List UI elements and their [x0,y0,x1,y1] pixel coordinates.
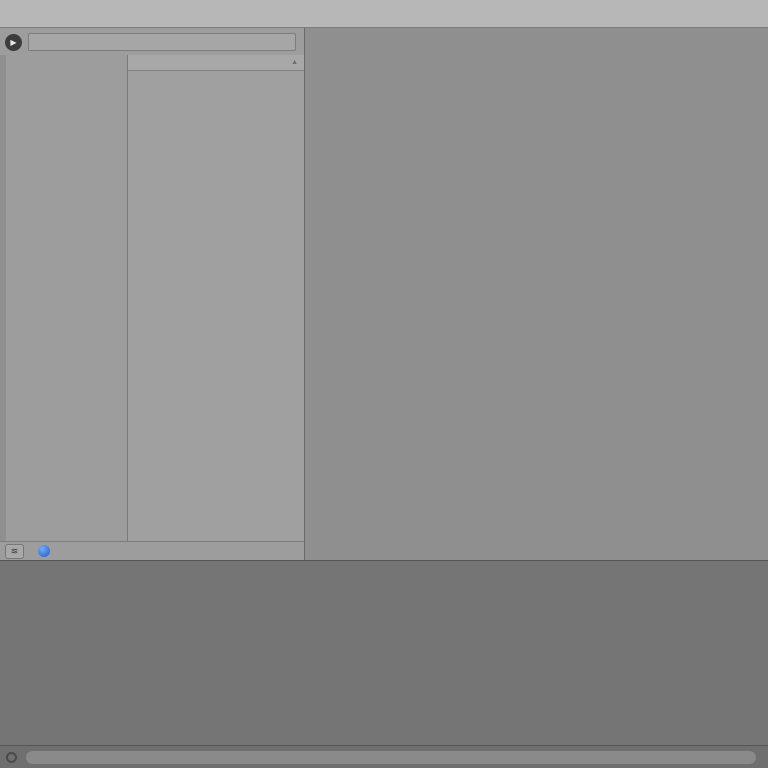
browser-search-row: ▶ [0,31,304,53]
transport-toolbar [0,0,768,28]
search-input[interactable] [28,33,296,51]
device-chain-area [0,560,768,745]
status-circle-icon [6,752,17,763]
ableton-live-window: ▶ ▲ ≋ [0,0,768,768]
browser-columns: ▲ [0,55,304,541]
status-bar [0,745,768,768]
browser-footer: ≋ [0,541,304,560]
browser-content-list: ▲ [128,55,304,541]
info-line [26,751,756,764]
help-icon[interactable] [38,545,50,557]
browser-toggle-icon[interactable]: ▶ [5,34,22,51]
browser-panel: ▶ ▲ ≋ [0,28,305,560]
list-header[interactable]: ▲ [128,55,304,71]
session-view [305,28,768,560]
groove-pool-icon[interactable]: ≋ [5,544,24,559]
sort-ascending-icon[interactable]: ▲ [291,59,298,66]
browser-sidebar [0,55,128,541]
